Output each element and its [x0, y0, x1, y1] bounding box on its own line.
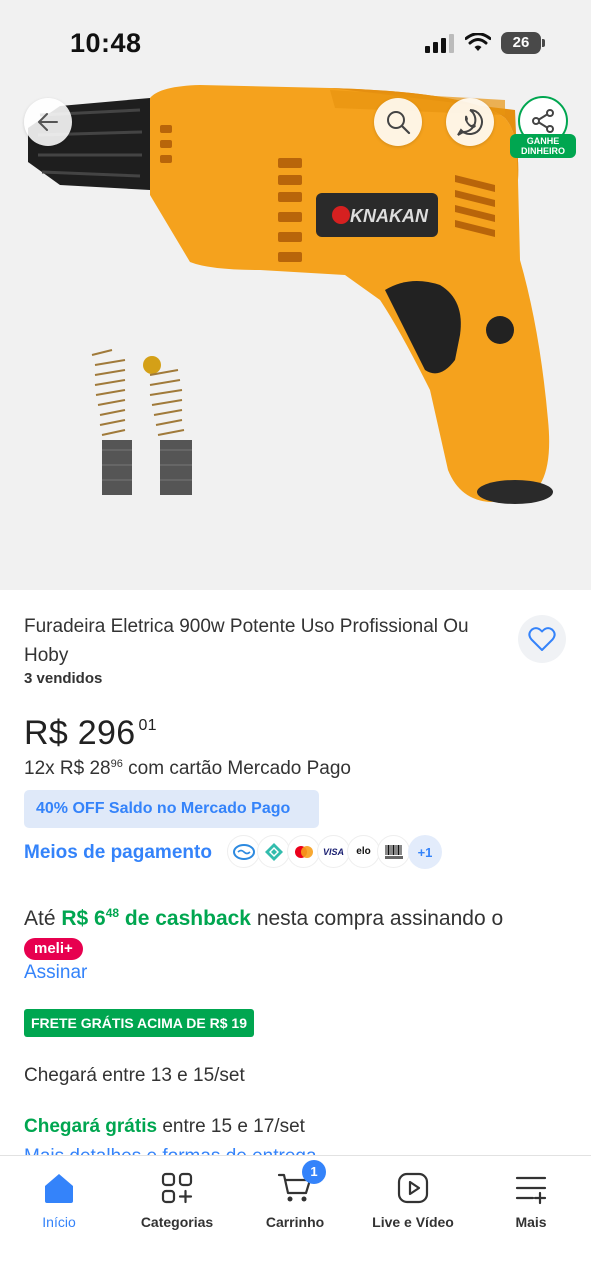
mercado-pago-icon	[227, 835, 260, 868]
meli-plus-badge: meli+	[24, 938, 83, 960]
free-arrival-label: Chegará grátis	[24, 1116, 158, 1137]
drill-image: KNAKAN	[28, 85, 553, 504]
favorite-button[interactable]	[518, 615, 566, 663]
payment-methods-link[interactable]: Meios de pagamento	[24, 842, 212, 864]
mastercard-icon	[287, 835, 320, 868]
share-earn-badge: GANHE DINHEIRO	[510, 134, 576, 158]
bottom-navigation: Início Categorias 1 Carrinho Live e Víde…	[0, 1155, 591, 1280]
nav-live-video[interactable]: Live e Vídeo	[354, 1168, 472, 1230]
installment-cents: 96	[110, 758, 123, 770]
cashback-amount-main: R$ 6	[61, 907, 106, 930]
cashback-info: Até R$ 648 de cashback nesta compra assi…	[24, 898, 544, 964]
search-button[interactable]	[374, 98, 422, 146]
installment-prefix: 12x R$ 28	[24, 758, 111, 779]
mercado-pago-discount-badge[interactable]: 40% OFF Saldo no Mercado Pago	[24, 790, 319, 828]
share-icon	[532, 109, 554, 133]
elo-icon: elo	[347, 835, 380, 868]
sold-count: 3 vendidos	[24, 670, 103, 687]
cellular-signal-icon	[425, 34, 454, 53]
cashback-amount-cents: 48	[105, 906, 120, 920]
cashback-amount: R$ 648 de cashback	[61, 906, 251, 930]
home-icon	[45, 1174, 73, 1203]
battery-indicator: 26	[501, 32, 545, 54]
play-video-icon	[397, 1172, 429, 1204]
more-payment-methods[interactable]: +1	[408, 835, 442, 869]
cashback-middle: nesta compra assinando o	[250, 907, 504, 930]
payment-icons[interactable]: VISA elo +1	[227, 835, 442, 869]
product-title: Furadeira Eletrica 900w Potente Uso Prof…	[24, 616, 469, 666]
free-shipping-badge: FRETE GRÁTIS ACIMA DE R$ 19	[24, 1009, 254, 1037]
price-main: R$ 296	[24, 714, 136, 752]
installments: 12x R$ 2896 com cartão Mercado Pago	[24, 758, 351, 780]
cashback-prefix: Até	[24, 907, 62, 930]
price: R$ 296 01	[24, 714, 157, 753]
nav-categories-label: Categorias	[140, 1214, 214, 1230]
product-image[interactable]: KNAKAN GANHE DINHEIRO	[0, 0, 591, 590]
wifi-icon	[465, 33, 491, 51]
nav-live-video-label: Live e Vídeo	[372, 1214, 454, 1230]
carbon-brushes	[91, 349, 192, 495]
whatsapp-share-button[interactable]	[446, 98, 494, 146]
arrow-left-icon	[38, 113, 58, 131]
pix-icon	[257, 835, 290, 868]
nav-more-label: Mais	[515, 1214, 547, 1230]
subscribe-link[interactable]: Assinar	[24, 962, 87, 984]
price-cents: 01	[138, 717, 157, 734]
cart-count-badge: 1	[302, 1160, 326, 1184]
back-button[interactable]	[24, 98, 72, 146]
categories-icon	[161, 1172, 193, 1204]
nav-home-label: Início	[42, 1214, 76, 1230]
status-bar: 10:48 26	[0, 0, 591, 80]
whatsapp-icon	[457, 109, 483, 136]
search-icon	[387, 111, 411, 135]
arrival-estimate: Chegará entre 13 e 15/set	[24, 1065, 245, 1086]
nav-home[interactable]: Início	[0, 1168, 118, 1230]
boleto-icon	[377, 835, 410, 868]
nav-cart[interactable]: 1 Carrinho	[236, 1160, 354, 1230]
visa-icon: VISA	[317, 835, 350, 868]
nav-categories[interactable]: Categorias	[118, 1168, 236, 1230]
status-time: 10:48	[70, 28, 142, 58]
share-earn-button[interactable]: GANHE DINHEIRO	[510, 96, 576, 160]
free-arrival-estimate: Chegará grátis entre 15 e 17/set	[24, 1116, 305, 1138]
nav-more[interactable]: Mais	[472, 1168, 590, 1230]
status-indicators: 26	[425, 32, 545, 54]
cashback-amount-suffix: de cashback	[119, 907, 251, 930]
menu-icon	[515, 1176, 547, 1205]
free-arrival-dates: entre 15 e 17/set	[157, 1116, 305, 1137]
brand-logo: KNAKAN	[350, 206, 429, 226]
heart-icon	[528, 627, 556, 651]
installment-suffix: com cartão Mercado Pago	[122, 758, 351, 779]
nav-cart-label: Carrinho	[265, 1214, 325, 1230]
